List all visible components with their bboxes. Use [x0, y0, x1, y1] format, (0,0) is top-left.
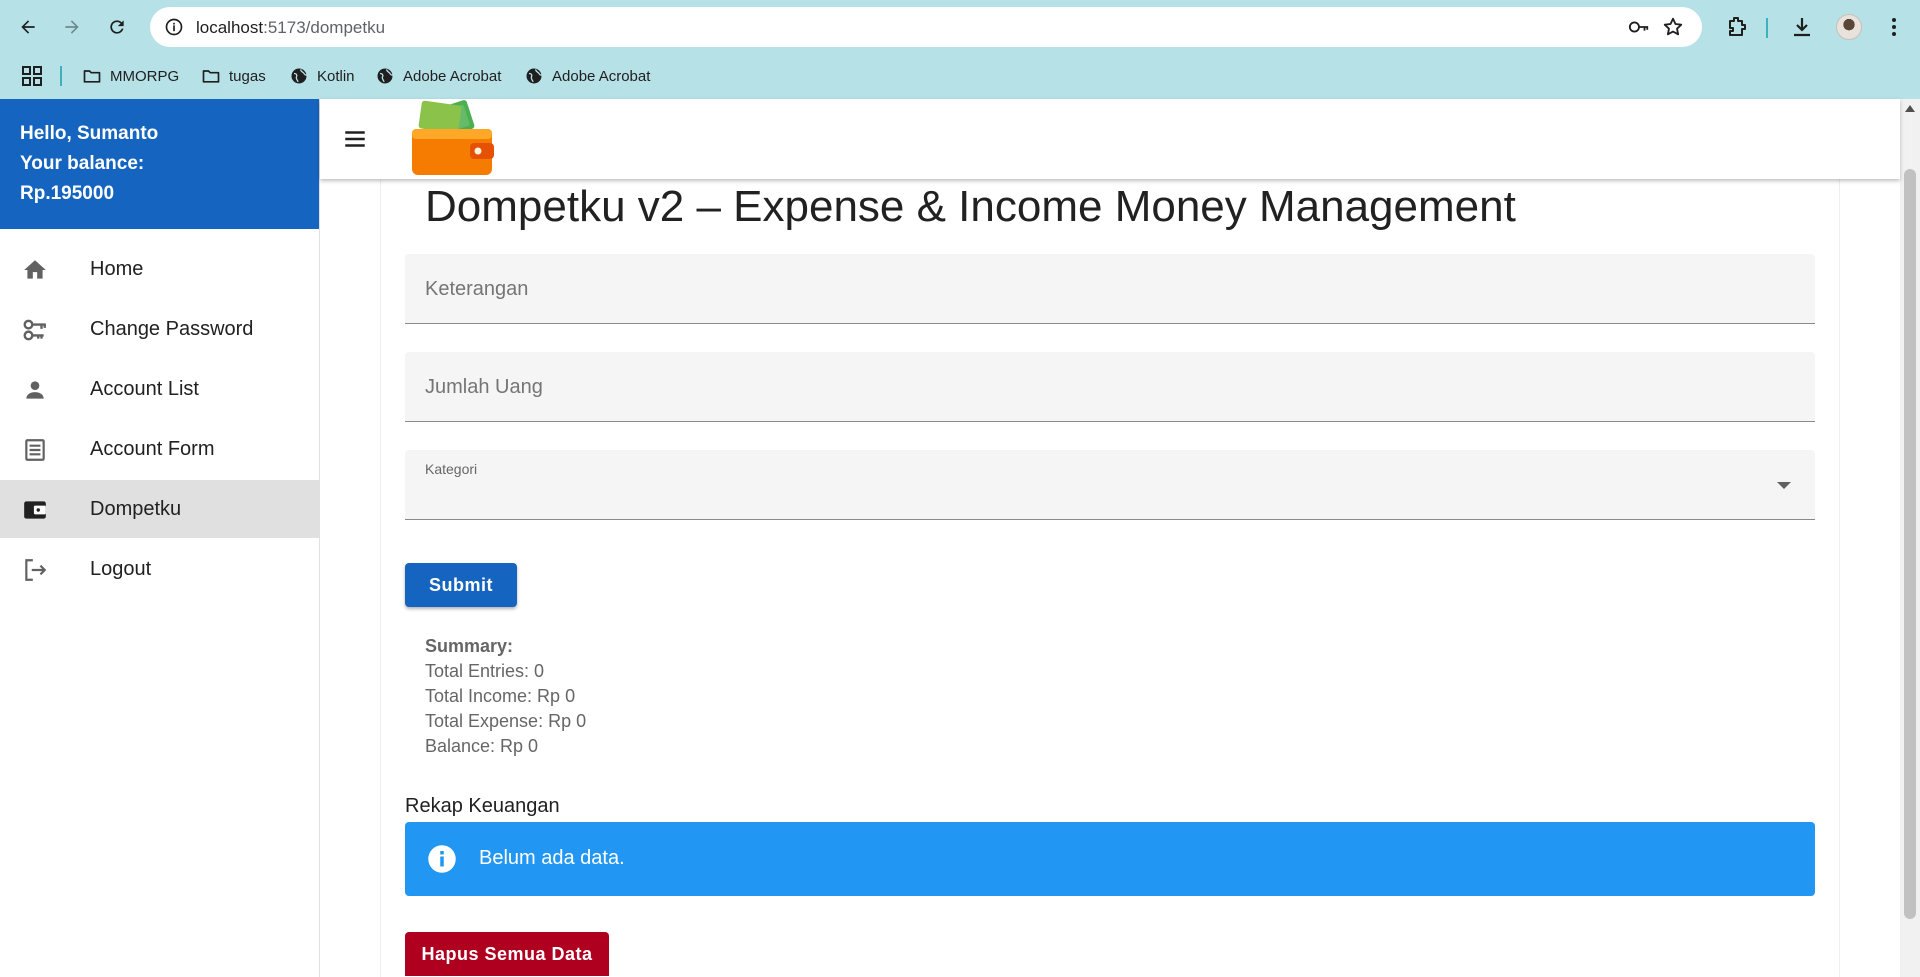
home-icon [24, 260, 46, 279]
delete-all-button[interactable]: Hapus Semua Data [405, 932, 609, 976]
keterangan-label: Keterangan [425, 278, 529, 300]
bookmarks-divider [60, 66, 62, 86]
password-key-icon[interactable] [1628, 17, 1650, 37]
star-icon[interactable] [1662, 16, 1684, 38]
forward-button[interactable] [56, 11, 88, 43]
info-icon [428, 845, 456, 873]
sidebar-drawer: Hello, Sumanto Your balance: Rp.195000 H… [0, 99, 320, 977]
url-host: localhost [196, 18, 264, 37]
key-icon [23, 319, 46, 341]
browser-toolbar: localhost:5173/dompetku [0, 0, 1920, 54]
scroll-up-arrow-icon[interactable] [1905, 105, 1915, 112]
jumlah-uang-field[interactable]: Jumlah Uang [405, 352, 1815, 422]
alert-message: Belum ada data. [479, 847, 625, 869]
bookmark-item[interactable]: Adobe Acrobat [375, 65, 501, 87]
reload-button[interactable] [101, 11, 133, 43]
jumlah-uang-label: Jumlah Uang [425, 376, 543, 398]
hamburger-menu-icon[interactable] [342, 126, 368, 152]
submit-button[interactable]: Submit [405, 563, 517, 607]
arrow-right-icon [65, 20, 79, 34]
summary-balance: Balance: Rp 0 [425, 736, 539, 756]
folder-icon [202, 70, 220, 83]
sidebar-item-label: Account Form [90, 437, 215, 460]
arrow-left-icon [21, 20, 35, 34]
sidebar-item-label: Account List [90, 377, 199, 400]
sidebar-item-account-list[interactable]: Account List [0, 360, 319, 418]
logout-icon [25, 559, 47, 581]
sidebar-item-label: Logout [90, 557, 152, 580]
bookmark-label: tugas [229, 67, 266, 85]
scrollbar-thumb[interactable] [1904, 169, 1916, 919]
summary-total-entries: Total Entries: 0 [425, 661, 545, 681]
apps-grid-icon[interactable] [22, 66, 42, 86]
browser-chrome: localhost:5173/dompetku MMORPG tugas Kot… [0, 0, 1920, 99]
globe-icon [377, 68, 393, 84]
summary-title: Summary: [425, 636, 514, 656]
summary-total-income: Total Income: Rp 0 [425, 686, 576, 706]
more-vert-icon[interactable] [1882, 15, 1906, 39]
bookmark-item[interactable]: tugas [201, 65, 266, 87]
form-icon [25, 439, 45, 461]
summary-total-expense: Total Expense: Rp 0 [425, 711, 587, 731]
reload-icon [110, 20, 124, 34]
page-scrollbar[interactable] [1900, 99, 1920, 977]
app-bar [320, 99, 1900, 179]
sidebar-item-label: Change Password [90, 317, 254, 340]
url-text: localhost:5173/dompetku [196, 18, 385, 38]
bookmark-label: Kotlin [317, 67, 355, 85]
sidebar-item-logout[interactable]: Logout [0, 540, 319, 598]
wallet-icon [24, 501, 46, 519]
app-container: Hello, Sumanto Your balance: Rp.195000 H… [0, 99, 1920, 977]
chevron-down-icon [1777, 482, 1791, 489]
page-title: Dompetku v2 – Expense & Income Money Man… [425, 182, 1516, 231]
drawer-header: Hello, Sumanto Your balance: Rp.195000 [0, 99, 319, 229]
info-icon[interactable] [164, 17, 184, 37]
info-alert: Belum ada data. [405, 822, 1815, 896]
bookmark-label: Adobe Acrobat [552, 67, 651, 85]
person-icon [26, 381, 44, 399]
sidebar-item-label: Home [90, 257, 144, 280]
keterangan-field[interactable]: Keterangan [405, 254, 1815, 324]
kategori-label: Kategori [425, 461, 478, 477]
bookmarks-bar: MMORPG tugas Kotlin Adobe Acrobat Adobe … [0, 54, 1920, 99]
profile-avatar[interactable] [1836, 14, 1862, 40]
download-icon[interactable] [1790, 15, 1814, 39]
bookmark-item[interactable]: Kotlin [289, 65, 355, 87]
globe-icon [291, 68, 307, 84]
sidebar-item-account-form[interactable]: Account Form [0, 420, 319, 478]
address-bar[interactable]: localhost:5173/dompetku [150, 7, 1702, 47]
rekap-title: Rekap Keuangan [405, 795, 560, 817]
globe-icon [526, 68, 542, 84]
balance-label: Your balance: [20, 153, 145, 174]
sidebar-item-change-password[interactable]: Change Password [0, 300, 319, 358]
sidebar-item-label: Dompetku [90, 497, 182, 520]
summary-block: Summary: Total Entries: 0 Total Income: … [425, 634, 586, 759]
balance-value: Rp.195000 [20, 183, 115, 204]
bookmark-label: MMORPG [110, 67, 180, 85]
extensions-icon[interactable] [1724, 15, 1748, 39]
bookmark-label: Adobe Acrobat [403, 67, 502, 85]
bookmark-item[interactable]: MMORPG [82, 65, 179, 87]
folder-icon [83, 70, 101, 83]
wallet-logo [412, 100, 494, 175]
toolbar-divider [1766, 18, 1768, 38]
back-button[interactable] [12, 11, 44, 43]
url-path: :5173/dompetku [263, 18, 386, 37]
sidebar-item-dompetku[interactable]: Dompetku [0, 480, 319, 538]
bookmark-item[interactable]: Adobe Acrobat [524, 65, 650, 87]
kategori-select[interactable]: Kategori [405, 450, 1815, 520]
sidebar-item-home[interactable]: Home [0, 240, 319, 298]
greeting-text: Hello, Sumanto [20, 123, 159, 144]
